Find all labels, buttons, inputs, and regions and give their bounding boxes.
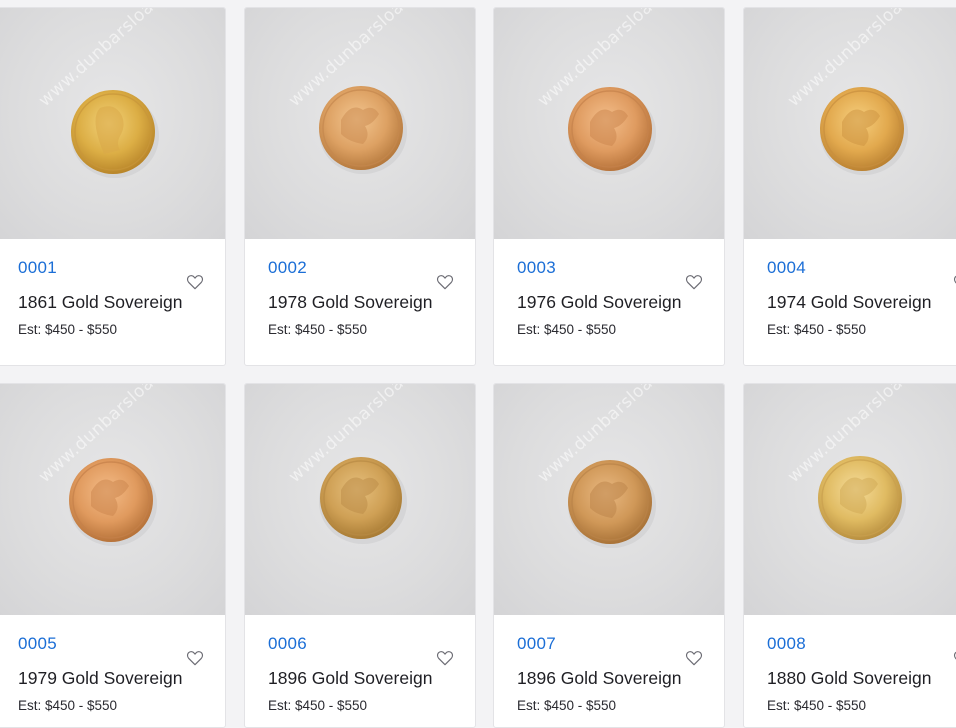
lot-title[interactable]: 1896 Gold Sovereign [517,668,724,689]
lot-grid: www.dunbarsloane.co.nz 0001 1861 Gold So… [0,0,956,728]
lot-image[interactable]: www.dunbarsloane.co.nz [0,8,225,239]
lot-title[interactable]: 1978 Gold Sovereign [268,292,475,313]
heart-outline-icon[interactable] [684,272,704,292]
lot-image[interactable]: www.dunbarsloane.co.nz [0,384,225,615]
lot-title[interactable]: 1979 Gold Sovereign [18,668,225,689]
lot-estimate: Est: $450 - $550 [18,322,118,337]
lot-estimate: Est: $450 - $550 [517,698,617,713]
lot-number-link[interactable]: 0008 [767,634,956,654]
lot-card[interactable]: www.dunbarsloane.co.nz 0004 1974 Gold So… [743,7,956,366]
lot-title[interactable]: 1974 Gold Sovereign [767,292,956,313]
heart-outline-icon[interactable] [435,272,455,292]
lot-image[interactable]: www.dunbarsloane.co.nz [744,8,956,239]
lot-number-link[interactable]: 0004 [767,258,956,278]
lot-card[interactable]: www.dunbarsloane.co.nz 0008 1880 Gold So… [743,383,956,728]
lot-estimate: Est: $450 - $550 [18,698,118,713]
lot-image[interactable]: www.dunbarsloane.co.nz [494,384,724,615]
heart-outline-icon[interactable] [185,648,205,668]
lot-image[interactable]: www.dunbarsloane.co.nz [494,8,724,239]
lot-image[interactable]: www.dunbarsloane.co.nz [245,8,475,239]
lot-card[interactable]: www.dunbarsloane.co.nz 0007 1896 Gold So… [493,383,725,728]
lot-estimate: Est: $450 - $550 [268,322,368,337]
lot-card[interactable]: www.dunbarsloane.co.nz 0001 1861 Gold So… [0,7,226,366]
lot-card[interactable]: www.dunbarsloane.co.nz 0002 1978 Gold So… [244,7,476,366]
lot-estimate: Est: $450 - $550 [767,322,867,337]
heart-outline-icon[interactable] [435,648,455,668]
lot-title[interactable]: 1861 Gold Sovereign [18,292,225,313]
lot-card[interactable]: www.dunbarsloane.co.nz 0006 1896 Gold So… [244,383,476,728]
lot-image[interactable]: www.dunbarsloane.co.nz [744,384,956,615]
lot-title[interactable]: 1976 Gold Sovereign [517,292,724,313]
lot-estimate: Est: $450 - $550 [767,698,867,713]
lot-estimate: Est: $450 - $550 [517,322,617,337]
lot-card[interactable]: www.dunbarsloane.co.nz 0003 1976 Gold So… [493,7,725,366]
heart-outline-icon[interactable] [952,272,956,292]
heart-outline-icon[interactable] [952,648,956,668]
lot-title[interactable]: 1896 Gold Sovereign [268,668,475,689]
lot-card[interactable]: www.dunbarsloane.co.nz 0005 1979 Gold So… [0,383,226,728]
heart-outline-icon[interactable] [185,272,205,292]
lot-image[interactable]: www.dunbarsloane.co.nz [245,384,475,615]
heart-outline-icon[interactable] [684,648,704,668]
lot-title[interactable]: 1880 Gold Sovereign [767,668,956,689]
lot-estimate: Est: $450 - $550 [268,698,368,713]
